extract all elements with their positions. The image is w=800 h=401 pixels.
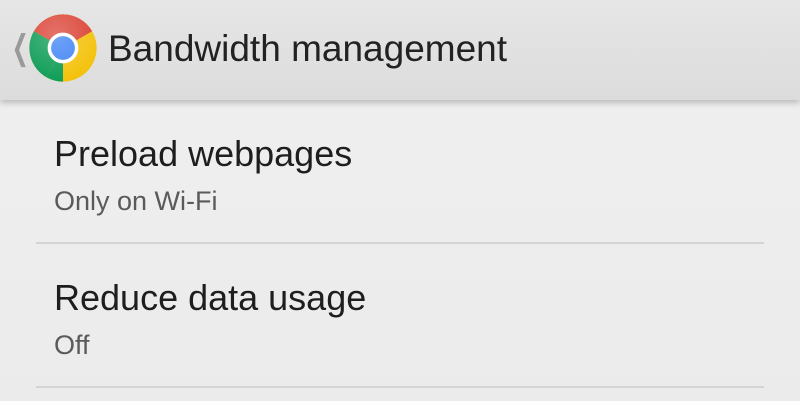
list-divider [36,386,764,388]
chevron-left-icon: ❮ [11,28,29,68]
preference-preload-webpages[interactable]: Preload webpages Only on Wi-Fi [0,100,800,244]
preference-summary: Only on Wi-Fi [54,186,218,216]
preference-title: Reduce data usage [54,277,367,318]
preference-list: Preload webpages Only on Wi-Fi Reduce da… [0,100,800,388]
page-title: Bandwidth management [108,28,508,69]
preference-reduce-data-usage[interactable]: Reduce data usage Off [0,244,800,388]
settings-screen: ❮ Bandwidth management Preload webpages … [0,0,800,401]
preference-title: Preload webpages [54,133,353,174]
action-bar: ❮ Bandwidth management [0,0,800,100]
chrome-logo-icon [29,14,97,82]
preference-summary: Off [54,330,90,360]
up-navigation-button[interactable]: ❮ [0,0,100,100]
